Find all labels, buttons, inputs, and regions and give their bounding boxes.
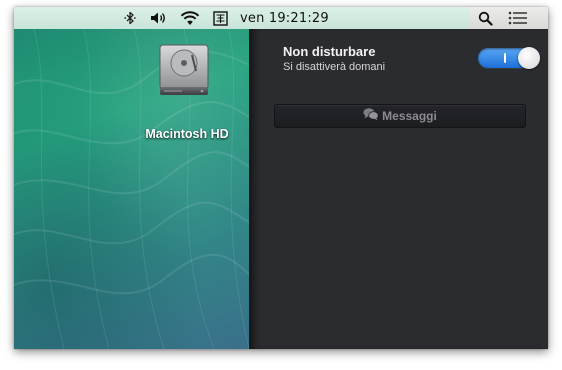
dnd-toggle[interactable] <box>478 47 540 69</box>
menu-bar-clock[interactable]: ven 19:21:29 <box>240 7 350 29</box>
clock-text: ven 19:21:29 <box>240 10 329 26</box>
spotlight-search-icon[interactable] <box>475 7 495 29</box>
section-header-messages[interactable]: Messaggi <box>274 104 526 128</box>
dnd-subtitle: Si disattiverà domani <box>283 61 386 73</box>
volume-icon[interactable] <box>149 7 169 29</box>
desktop: Macintosh HD <box>14 29 249 349</box>
hard-drive-icon <box>159 44 209 95</box>
macintosh-hd-label[interactable]: Macintosh HD <box>132 127 242 141</box>
menu-bar: ven 19:21:29 <box>14 7 548 30</box>
bluetooth-icon[interactable] <box>120 7 140 29</box>
macintosh-hd-icon[interactable] <box>152 41 216 97</box>
screen: ven 19:21:29 Macintosh HD Non disturbare… <box>14 7 548 349</box>
notification-center-panel: Non disturbare Si disattiverà domani Mes… <box>249 29 548 349</box>
messages-icon <box>363 107 379 126</box>
notification-center-icon[interactable] <box>506 7 530 29</box>
toggle-on-indicator <box>504 53 506 63</box>
dnd-title: Non disturbare <box>283 44 376 59</box>
input-menu-icon[interactable] <box>211 7 229 29</box>
wifi-icon[interactable] <box>178 7 202 29</box>
toggle-knob <box>518 47 540 69</box>
section-label-messages: Messaggi <box>382 109 437 123</box>
